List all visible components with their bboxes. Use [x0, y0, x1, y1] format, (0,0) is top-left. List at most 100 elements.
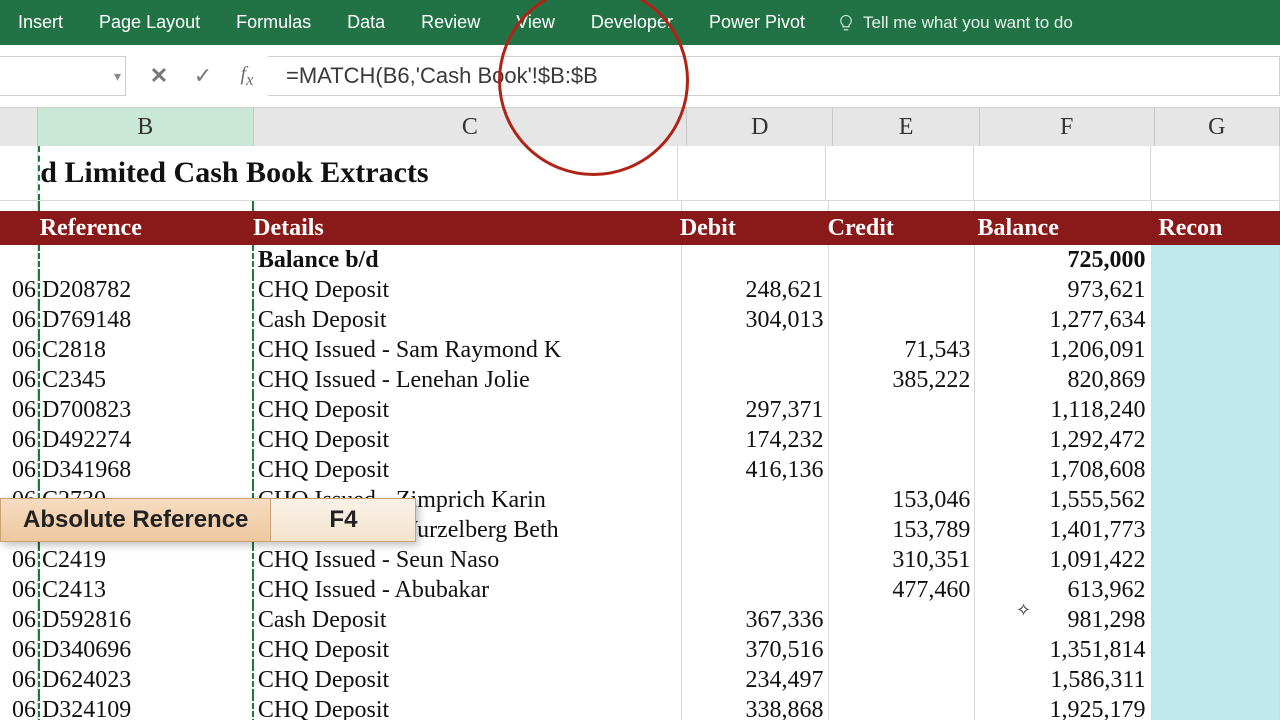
cell-balance[interactable]: 1,091,422 [975, 545, 1151, 575]
table-row[interactable]: 06D592816Cash Deposit367,336 981,298 [0, 605, 1280, 635]
cell-credit[interactable] [829, 305, 976, 335]
cell-debit[interactable]: 234,497 [682, 665, 829, 695]
table-row[interactable]: 06C2419CHQ Issued - Seun Naso310,3511,09… [0, 545, 1280, 575]
cell-date-frag[interactable]: 06 [0, 275, 38, 305]
cell-details[interactable]: CHQ Deposit [254, 275, 682, 305]
ribbon-tab-view[interactable]: View [498, 0, 573, 45]
cell-reference[interactable]: D592816 [38, 605, 254, 635]
formula-input[interactable]: =MATCH(B6,'Cash Book'!$B:$B [268, 56, 1280, 96]
cell-recon[interactable] [1152, 545, 1280, 575]
table-row[interactable]: 06D324109CHQ Deposit338,8681,925,179 [0, 695, 1280, 720]
cell-details[interactable]: CHQ Issued - Seun Naso [254, 545, 682, 575]
cell-recon[interactable] [1152, 455, 1280, 485]
cell-date-frag[interactable]: 06 [0, 545, 38, 575]
cell-debit[interactable]: 370,516 [682, 635, 829, 665]
cell-credit[interactable]: 385,222 [829, 365, 976, 395]
cell-credit[interactable] [829, 455, 976, 485]
cell-balance[interactable]: 1,401,773 [975, 515, 1151, 545]
cell-recon[interactable] [1152, 335, 1280, 365]
cell-balance[interactable]: 1,118,240 [975, 395, 1151, 425]
cell-credit[interactable]: 153,046 [829, 485, 976, 515]
cell-credit[interactable]: 310,351 [829, 545, 976, 575]
ribbon-tab-formulas[interactable]: Formulas [218, 0, 329, 45]
cell-balance[interactable]: 1,708,608 [975, 455, 1151, 485]
name-box[interactable]: ▾ [0, 56, 126, 96]
cell-reference[interactable]: D208782 [38, 275, 254, 305]
insert-function-button[interactable]: fx [236, 63, 258, 90]
cell-balance[interactable]: 1,586,311 [975, 665, 1151, 695]
tell-me-search[interactable]: Tell me what you want to do [837, 13, 1073, 33]
column-header-f[interactable]: F [980, 108, 1155, 146]
enter-formula-button[interactable]: ✓ [192, 63, 214, 89]
cell-date-frag[interactable]: 06 [0, 605, 38, 635]
table-row[interactable]: 06D700823CHQ Deposit297,3711,118,240 [0, 395, 1280, 425]
table-row[interactable]: 06D492274CHQ Deposit174,232 1,292,472 [0, 425, 1280, 455]
cell-debit[interactable]: 416,136 [682, 455, 829, 485]
cell-date-frag[interactable]: 06 [0, 365, 38, 395]
cell-details[interactable]: CHQ Issued - Sam Raymond K [254, 335, 682, 365]
table-row[interactable]: 06D341968CHQ Deposit416,136 1,708,608 [0, 455, 1280, 485]
ribbon-tab-page-layout[interactable]: Page Layout [81, 0, 218, 45]
cell-details[interactable]: CHQ Issued - Lenehan Jolie [254, 365, 682, 395]
column-header-a[interactable] [0, 108, 38, 146]
name-box-dropdown-icon[interactable]: ▾ [114, 68, 121, 85]
cell-date-frag[interactable]: 06 [0, 305, 38, 335]
cell-reference[interactable]: C2413 [38, 575, 254, 605]
cell-date-frag[interactable]: 06 [0, 455, 38, 485]
cell-details[interactable]: CHQ Deposit [254, 635, 682, 665]
column-header-c[interactable]: C [254, 108, 688, 146]
cell-credit[interactable] [829, 395, 976, 425]
balance-bd-amount[interactable]: 725,000 [975, 245, 1151, 275]
table-row[interactable]: 06D340696CHQ Deposit370,5161,351,814 [0, 635, 1280, 665]
cell-debit[interactable]: 338,868 [682, 695, 829, 720]
table-row[interactable]: 06D208782CHQ Deposit248,621 973,621 [0, 275, 1280, 305]
cell-debit[interactable] [682, 365, 829, 395]
cell-balance[interactable]: 1,555,562 [975, 485, 1151, 515]
cell-debit[interactable] [682, 545, 829, 575]
cell-date-frag[interactable]: 06 [0, 425, 38, 455]
cell-date-frag[interactable]: 06 [0, 575, 38, 605]
cell-date-frag[interactable]: 06 [0, 395, 38, 425]
cell-balance[interactable]: 981,298 [975, 605, 1151, 635]
cell-balance[interactable]: 1,292,472 [975, 425, 1151, 455]
cell-debit[interactable]: 174,232 [682, 425, 829, 455]
cell-balance[interactable]: 973,621 [975, 275, 1151, 305]
ribbon-tab-data[interactable]: Data [329, 0, 403, 45]
cell-debit[interactable]: 248,621 [682, 275, 829, 305]
balance-bd-row[interactable]: Balance b/d 725,000 [0, 245, 1280, 275]
ribbon-tab-power-pivot[interactable]: Power Pivot [691, 0, 823, 45]
cell-reference[interactable]: D492274 [38, 425, 254, 455]
sheet-title[interactable]: d Limited Cash Book Extracts [38, 146, 678, 200]
cell-debit[interactable] [682, 575, 829, 605]
cell-reference[interactable]: D341968 [38, 455, 254, 485]
cell-reference[interactable]: C2345 [38, 365, 254, 395]
cell-recon[interactable] [1152, 305, 1280, 335]
cell-details[interactable]: CHQ Deposit [254, 395, 682, 425]
table-row[interactable]: 06D769148Cash Deposit304,0131,277,634 [0, 305, 1280, 335]
ribbon-tab-review[interactable]: Review [403, 0, 498, 45]
cell-credit[interactable]: 71,543 [829, 335, 976, 365]
cell-debit[interactable]: 367,336 [682, 605, 829, 635]
table-row[interactable]: 06C2345CHQ Issued - Lenehan Jolie 385,222… [0, 365, 1280, 395]
cell-balance[interactable]: 613,962 [975, 575, 1151, 605]
cell-details[interactable]: CHQ Deposit [254, 695, 682, 720]
column-header-g[interactable]: G [1155, 108, 1280, 146]
cell-balance[interactable]: 820,869 [975, 365, 1151, 395]
table-row[interactable]: 06C2413CHQ Issued - Abubakar477,460613,9… [0, 575, 1280, 605]
cell-balance[interactable]: 1,206,091 [975, 335, 1151, 365]
cell-reference[interactable]: D324109 [38, 695, 254, 720]
cell-recon[interactable] [1152, 605, 1280, 635]
cell-debit[interactable] [682, 515, 829, 545]
cell-debit[interactable] [682, 485, 829, 515]
cell-details[interactable]: CHQ Issued - Abubakar [254, 575, 682, 605]
cell-credit[interactable] [829, 425, 976, 455]
cell-credit[interactable] [829, 275, 976, 305]
cell-details[interactable]: CHQ Deposit [254, 455, 682, 485]
cell-debit[interactable] [682, 335, 829, 365]
cell-details[interactable]: Cash Deposit [254, 605, 682, 635]
cell-details[interactable]: CHQ Deposit [254, 425, 682, 455]
cell-credit[interactable] [829, 695, 976, 720]
cell-reference[interactable]: D769148 [38, 305, 254, 335]
cell-date-frag[interactable]: 06 [0, 335, 38, 365]
cell-reference[interactable]: D700823 [38, 395, 254, 425]
